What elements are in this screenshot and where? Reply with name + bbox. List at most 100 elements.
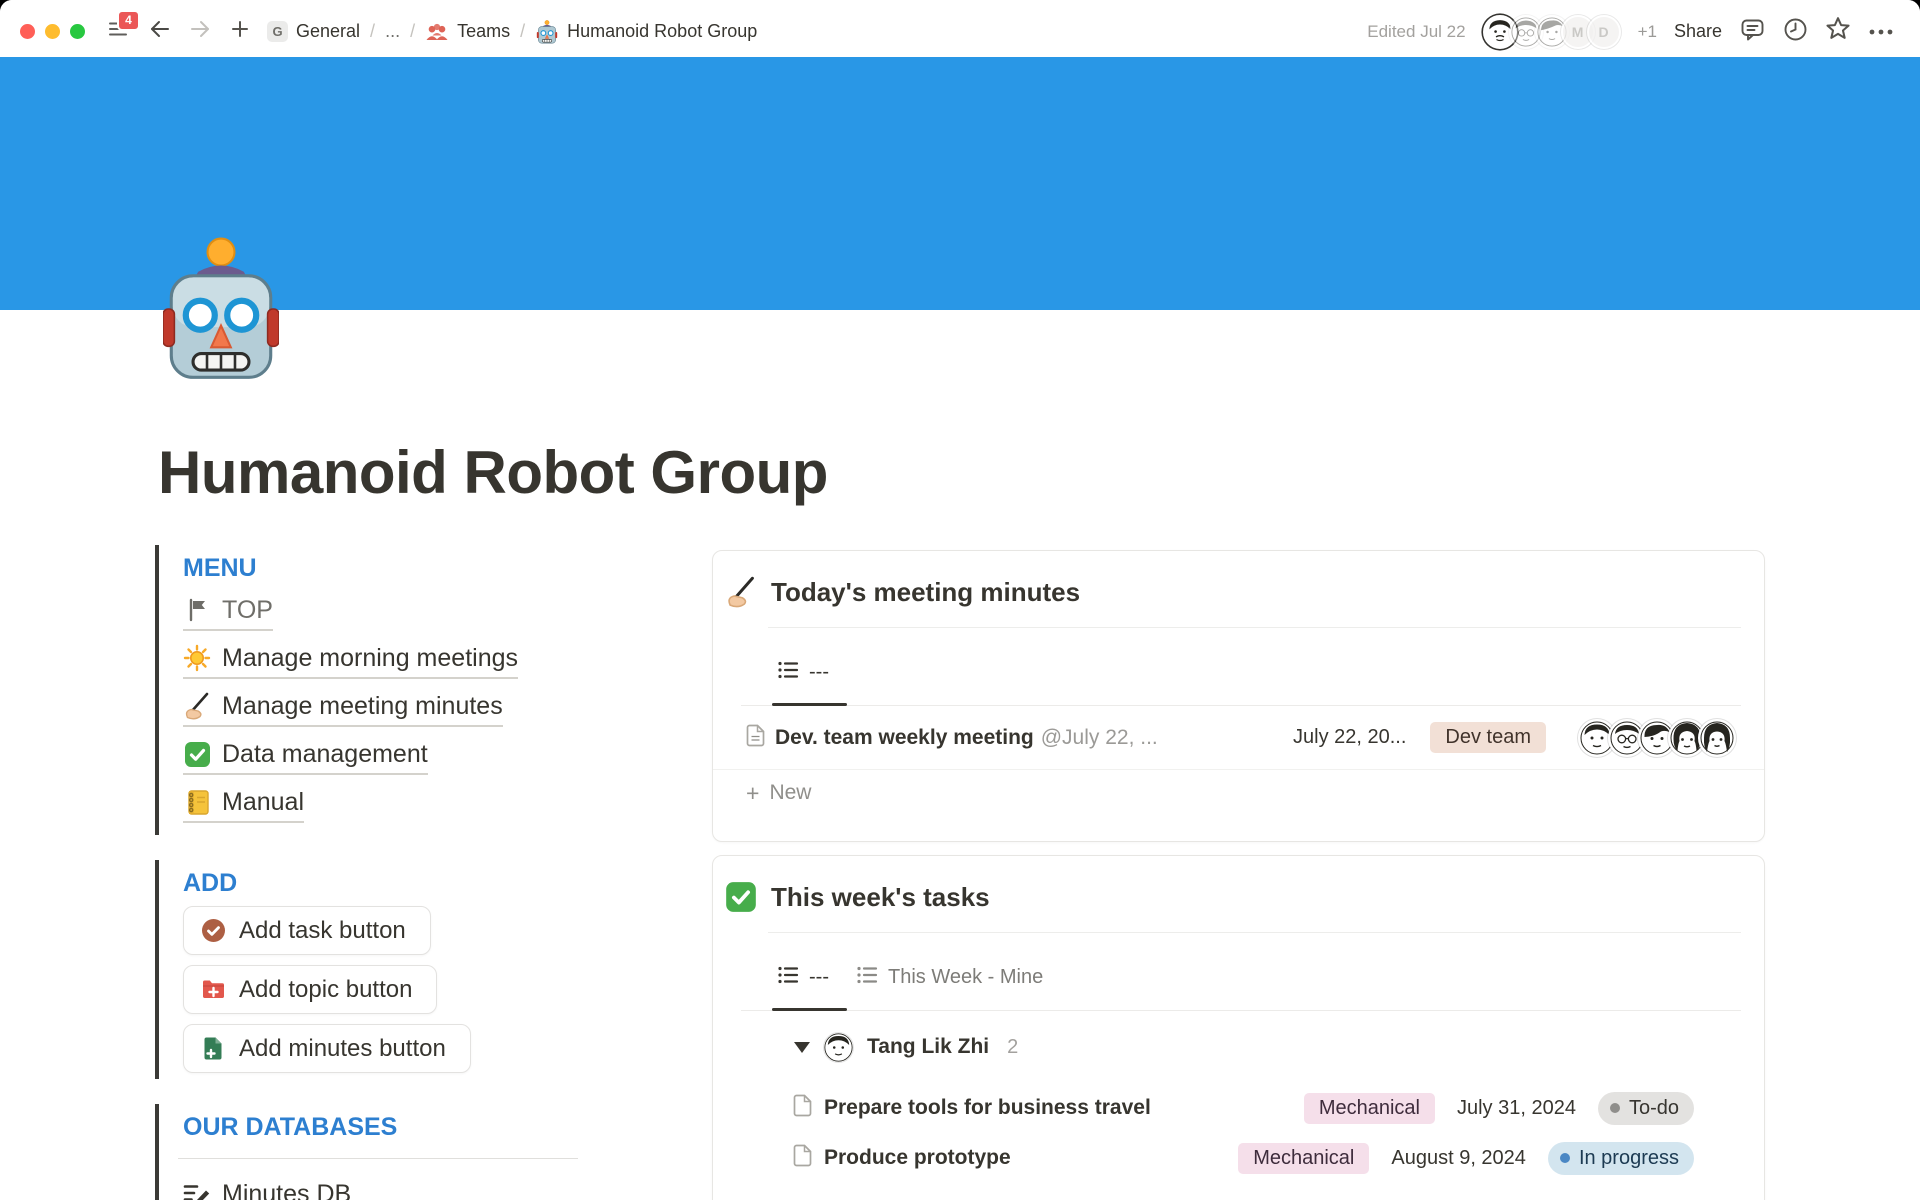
more-options-button[interactable] xyxy=(1868,19,1894,45)
plus-icon: + xyxy=(746,782,759,805)
new-tab-button[interactable] xyxy=(227,19,253,45)
breadcrumb-ellipsis[interactable]: ... xyxy=(385,21,400,42)
status-badge: In progress xyxy=(1548,1142,1694,1175)
plus-icon xyxy=(231,20,249,43)
sun-icon xyxy=(183,644,211,672)
ellipsis-icon xyxy=(1868,23,1894,41)
breadcrumb-workspace[interactable]: G General xyxy=(267,21,360,42)
zoom-window-button[interactable] xyxy=(70,24,85,39)
page-left-column: MENU TOP Manage morning meetings xyxy=(155,545,635,1200)
add-section: ADD Add task button Add topic button xyxy=(155,860,635,1079)
sidebar-item-top[interactable]: TOP xyxy=(183,595,273,631)
writing-hand-icon xyxy=(183,692,211,720)
task-row[interactable]: Produce prototype Mechanical August 9, 2… xyxy=(713,1133,1764,1183)
meeting-title: Dev. team weekly meeting xyxy=(775,726,1034,750)
avatar-initial-d: D xyxy=(1587,15,1621,49)
status-label: To-do xyxy=(1629,1097,1679,1120)
status-label: In progress xyxy=(1579,1147,1679,1170)
comment-icon xyxy=(1739,16,1766,48)
minimize-window-button[interactable] xyxy=(45,24,60,39)
green-check-icon xyxy=(725,881,757,913)
screen: 4 G General xyxy=(0,0,1920,1200)
category-badge: Mechanical xyxy=(1304,1093,1435,1124)
add-minutes-label: Add minutes button xyxy=(239,1035,446,1063)
divider xyxy=(178,1158,578,1159)
sidebar-item-label: Manage morning meetings xyxy=(222,643,518,673)
list-view-icon xyxy=(778,661,799,684)
sidebar-item-data-management[interactable]: Data management xyxy=(183,739,428,775)
avatar xyxy=(1698,719,1736,757)
category-badge: Mechanical xyxy=(1238,1143,1369,1174)
view-tab-label: --- xyxy=(809,661,829,684)
new-meeting-button[interactable]: + New xyxy=(713,770,1764,816)
task-check-icon xyxy=(201,918,226,943)
group-avatar xyxy=(824,1033,853,1062)
add-topic-label: Add topic button xyxy=(239,976,412,1004)
breadcrumb-page[interactable]: Humanoid Robot Group xyxy=(535,20,757,44)
group-header-row: Tang Lik Zhi 2 xyxy=(713,1011,1764,1083)
breadcrumb-separator: / xyxy=(370,21,375,42)
writing-hand-icon xyxy=(725,576,757,608)
due-date-cell: July 31, 2024 xyxy=(1457,1097,1576,1120)
forward-button[interactable] xyxy=(187,19,213,45)
databases-heading: OUR DATABASES xyxy=(183,1112,635,1142)
new-label: New xyxy=(769,781,811,805)
breadcrumb-teams-label: Teams xyxy=(457,21,510,42)
add-task-label: Add task button xyxy=(239,917,406,945)
add-minutes-button[interactable]: Add minutes button xyxy=(183,1024,471,1073)
task-row[interactable]: Prepare tools for business travel Mechan… xyxy=(713,1083,1764,1133)
close-window-button[interactable] xyxy=(20,24,35,39)
list-view-icon xyxy=(778,966,799,989)
page-icon xyxy=(793,1144,812,1172)
sidebar-item-meeting-minutes[interactable]: Manage meeting minutes xyxy=(183,691,503,727)
share-button[interactable]: Share xyxy=(1674,21,1722,42)
list-view-icon xyxy=(857,966,878,989)
add-heading: ADD xyxy=(183,868,635,898)
favorite-button[interactable] xyxy=(1825,19,1851,45)
sidebar-item-minutes-db[interactable]: Minutes DB xyxy=(183,1179,351,1200)
member-avatars[interactable]: M D xyxy=(1483,15,1621,49)
view-tab-this-week-mine[interactable]: This Week - Mine xyxy=(857,945,1043,1010)
sidebar-item-label: Manage meeting minutes xyxy=(222,691,503,721)
page-icon xyxy=(793,1094,812,1122)
meeting-date-mention: @July 22, ... xyxy=(1041,726,1158,750)
add-topic-button[interactable]: Add topic button xyxy=(183,965,437,1014)
breadcrumb-teams[interactable]: Teams xyxy=(425,20,510,44)
status-badge: To-do xyxy=(1598,1092,1694,1125)
breadcrumb-separator: / xyxy=(410,21,415,42)
sidebar-item-manual[interactable]: Manual xyxy=(183,787,304,823)
view-tab-default[interactable]: --- xyxy=(778,640,829,705)
back-button[interactable] xyxy=(147,19,173,45)
add-task-button[interactable]: Add task button xyxy=(183,906,431,955)
clock-icon xyxy=(1782,16,1809,48)
breadcrumb: G General / ... / Teams / Humano xyxy=(267,20,757,44)
history-button[interactable] xyxy=(1782,19,1808,45)
tasks-card-title: This week's tasks xyxy=(771,880,990,914)
sidebar-toggle-button[interactable]: 4 xyxy=(105,19,131,45)
page-cover xyxy=(0,57,1920,310)
page-icon-robot[interactable] xyxy=(163,228,279,390)
view-tab-label: This Week - Mine xyxy=(888,966,1043,989)
sidebar-item-label: Manual xyxy=(222,787,304,817)
page-title: Humanoid Robot Group xyxy=(158,438,828,507)
breadcrumb-workspace-label: General xyxy=(296,21,360,42)
traffic-lights xyxy=(20,24,85,39)
more-members-count[interactable]: +1 xyxy=(1638,22,1657,42)
view-tab-label: --- xyxy=(809,966,829,989)
comments-button[interactable] xyxy=(1739,19,1765,45)
collapse-toggle-icon[interactable] xyxy=(794,1042,810,1053)
meeting-date-cell: July 22, 20... xyxy=(1293,726,1406,749)
arrow-left-icon xyxy=(149,20,171,43)
view-tab-default[interactable]: --- xyxy=(778,945,829,1010)
minutes-card-title: Today's meeting minutes xyxy=(771,575,1080,609)
sidebar-item-morning-meetings[interactable]: Manage morning meetings xyxy=(183,643,518,679)
group-name: Tang Lik Zhi xyxy=(867,1035,989,1059)
breadcrumb-page-label: Humanoid Robot Group xyxy=(567,21,757,42)
status-dot-icon xyxy=(1560,1153,1570,1163)
meeting-row[interactable]: Dev. team weekly meeting @July 22, ... J… xyxy=(713,706,1764,770)
robot-icon xyxy=(535,20,559,44)
sidebar-item-label: TOP xyxy=(222,595,273,625)
task-title: Produce prototype xyxy=(824,1146,1011,1170)
document-plus-icon xyxy=(201,1036,226,1061)
breadcrumb-separator: / xyxy=(520,21,525,42)
